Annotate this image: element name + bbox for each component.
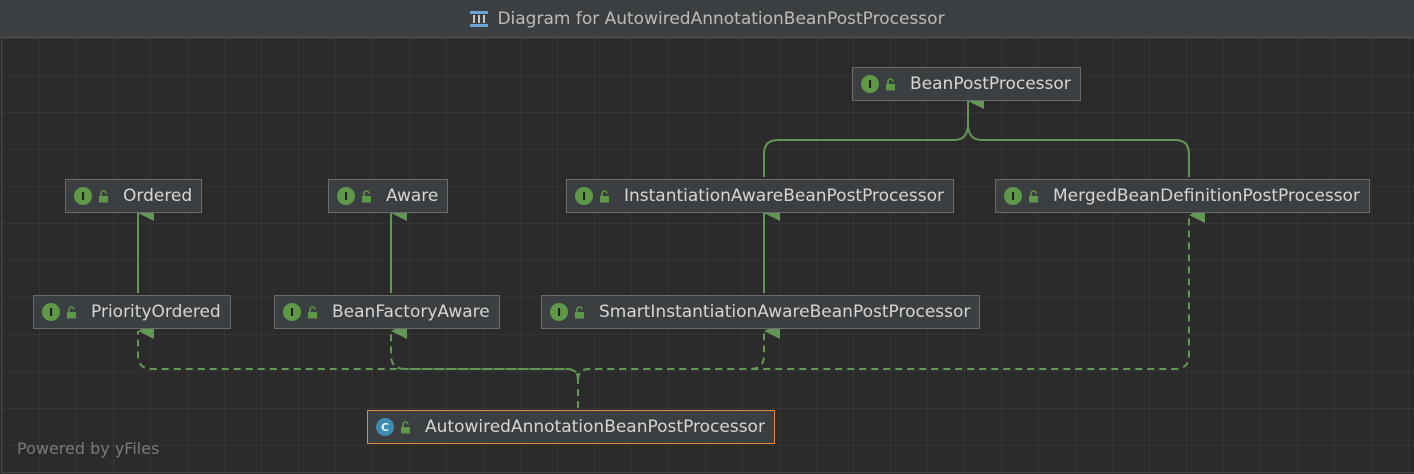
node-label: PriorityOrdered — [91, 302, 221, 322]
class-badge-icon: C — [376, 418, 394, 436]
node-instantiation-aware[interactable]: I InstantiationAwareBeanPostProcessor — [566, 179, 954, 213]
node-bean-post-processor[interactable]: I BeanPostProcessor — [852, 67, 1081, 101]
node-label: SmartInstantiationAwareBeanPostProcessor — [599, 302, 971, 322]
interface-badge-icon: I — [550, 303, 568, 321]
edge-autowired-to-smart — [577, 323, 780, 381]
node-label: Ordered — [123, 186, 193, 206]
node-label: BeanPostProcessor — [910, 74, 1071, 94]
public-access-icon — [1028, 189, 1039, 203]
public-access-icon — [400, 420, 411, 434]
interface-badge-icon: I — [337, 187, 355, 205]
node-ordered[interactable]: I Ordered — [65, 179, 203, 213]
public-access-icon — [307, 305, 318, 319]
title-bar: Diagram for AutowiredAnnotationBeanPostP… — [0, 0, 1414, 38]
public-access-icon — [66, 305, 77, 319]
node-label: InstantiationAwareBeanPostProcessor — [624, 186, 944, 206]
node-smart-instantiation-aware[interactable]: I SmartInstantiationAwareBeanPostProcess… — [541, 295, 981, 329]
window-title: Diagram for AutowiredAnnotationBeanPostP… — [497, 8, 945, 29]
interface-badge-icon: I — [42, 303, 60, 321]
interface-badge-icon: I — [861, 75, 879, 93]
powered-by-label: Powered by yFiles — [17, 439, 160, 458]
public-access-icon — [361, 189, 372, 203]
interface-badge-icon: I — [74, 187, 92, 205]
diagram-canvas[interactable]: I BeanPostProcessor I Ordered I Aware I … — [1, 38, 1414, 473]
interface-badge-icon: I — [1004, 187, 1022, 205]
interface-badge-icon: I — [575, 187, 593, 205]
node-label: BeanFactoryAware — [332, 302, 490, 322]
edge-instantiation-to-beanpostprocessor — [763, 93, 984, 177]
node-bean-factory-aware[interactable]: I BeanFactoryAware — [274, 295, 500, 329]
edge-autowired-to-beanfactoryaware — [390, 323, 579, 381]
edge-merged-to-beanpostprocessor — [967, 93, 1190, 177]
node-autowired-annotation[interactable]: C AutowiredAnnotationBeanPostProcessor — [367, 410, 775, 444]
node-label: Aware — [386, 186, 439, 206]
public-access-icon — [98, 189, 109, 203]
edge-layer — [137, 93, 1205, 408]
node-label: AutowiredAnnotationBeanPostProcessor — [425, 417, 765, 437]
interface-badge-icon: I — [283, 303, 301, 321]
diagram-icon — [469, 10, 489, 28]
public-access-icon — [574, 305, 585, 319]
node-priority-ordered[interactable]: I PriorityOrdered — [33, 295, 231, 329]
node-merged-bean-definition[interactable]: I MergedBeanDefinitionPostProcessor — [995, 179, 1370, 213]
node-label: MergedBeanDefinitionPostProcessor — [1053, 186, 1360, 206]
node-aware[interactable]: I Aware — [328, 179, 449, 213]
public-access-icon — [885, 77, 896, 91]
public-access-icon — [599, 189, 610, 203]
